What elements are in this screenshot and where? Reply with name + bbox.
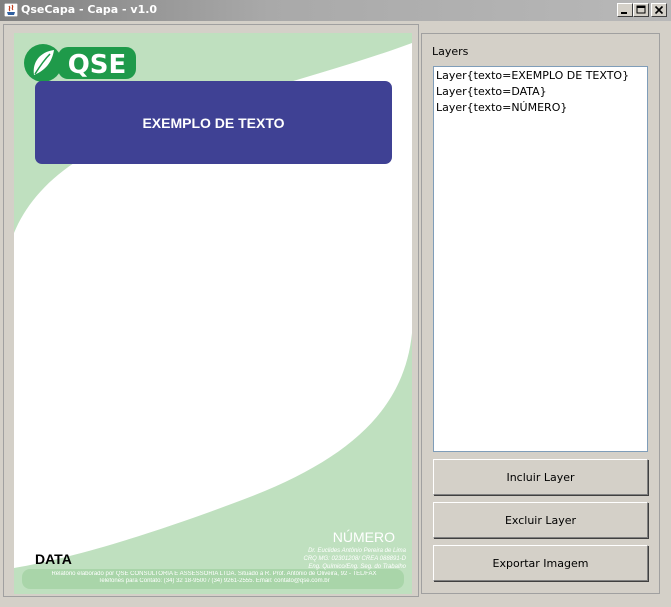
title-bar[interactable]: QseCapa - Capa - v1.0 — [0, 0, 671, 21]
footer-line: Telefones para Contato: (34) 32 18-9500 … — [98, 578, 330, 584]
numero-text-layer[interactable]: NÚMERO — [333, 529, 395, 545]
exclude-layer-button[interactable]: Excluir Layer — [433, 502, 648, 538]
close-button[interactable] — [651, 3, 667, 17]
canvas-panel: QSE EXEMPLO DE TEXTO NÚMERO Dr. Euclides… — [3, 24, 419, 597]
footer-block: Relatório elaborado por QSE CONSULTORIA … — [24, 571, 404, 585]
data-text-layer[interactable]: DATA — [35, 551, 72, 567]
banner-text-layer[interactable]: EXEMPLO DE TEXTO — [35, 81, 392, 164]
author-line: Eng. Químico/Eng. Seg. do Trabalho — [308, 564, 406, 570]
export-image-button[interactable]: Exportar Imagem — [433, 545, 648, 581]
layers-title: Layers — [432, 45, 469, 58]
list-item[interactable]: Layer{texto=NÚMERO} — [436, 100, 645, 116]
qse-logo: QSE — [22, 42, 140, 84]
maximize-button[interactable] — [633, 3, 649, 17]
author-block: Dr. Euclides Antônio Pereira de Lima CRQ… — [246, 547, 407, 571]
minimize-button[interactable] — [617, 3, 633, 17]
java-app-icon — [3, 2, 19, 18]
banner-text: EXEMPLO DE TEXTO — [142, 114, 285, 131]
list-item[interactable]: Layer{texto=EXEMPLO DE TEXTO} — [436, 68, 645, 84]
include-layer-button[interactable]: Incluir Layer — [433, 459, 648, 495]
footer-line: Relatório elaborado por QSE CONSULTORIA … — [51, 571, 377, 577]
author-line: Dr. Euclides Antônio Pereira de Lima — [308, 548, 406, 554]
layers-list[interactable]: Layer{texto=EXEMPLO DE TEXTO} Layer{text… — [433, 66, 648, 452]
author-line: CRQ MG: 02301208/ CREA 088891-D — [303, 556, 407, 562]
list-item[interactable]: Layer{texto=DATA} — [436, 84, 645, 100]
cover-page-preview[interactable]: QSE EXEMPLO DE TEXTO NÚMERO Dr. Euclides… — [14, 33, 412, 594]
logo-text: QSE — [68, 50, 127, 80]
layers-panel: Layers Layer{texto=EXEMPLO DE TEXTO} Lay… — [421, 33, 660, 594]
window-title: QseCapa - Capa - v1.0 — [21, 3, 158, 16]
